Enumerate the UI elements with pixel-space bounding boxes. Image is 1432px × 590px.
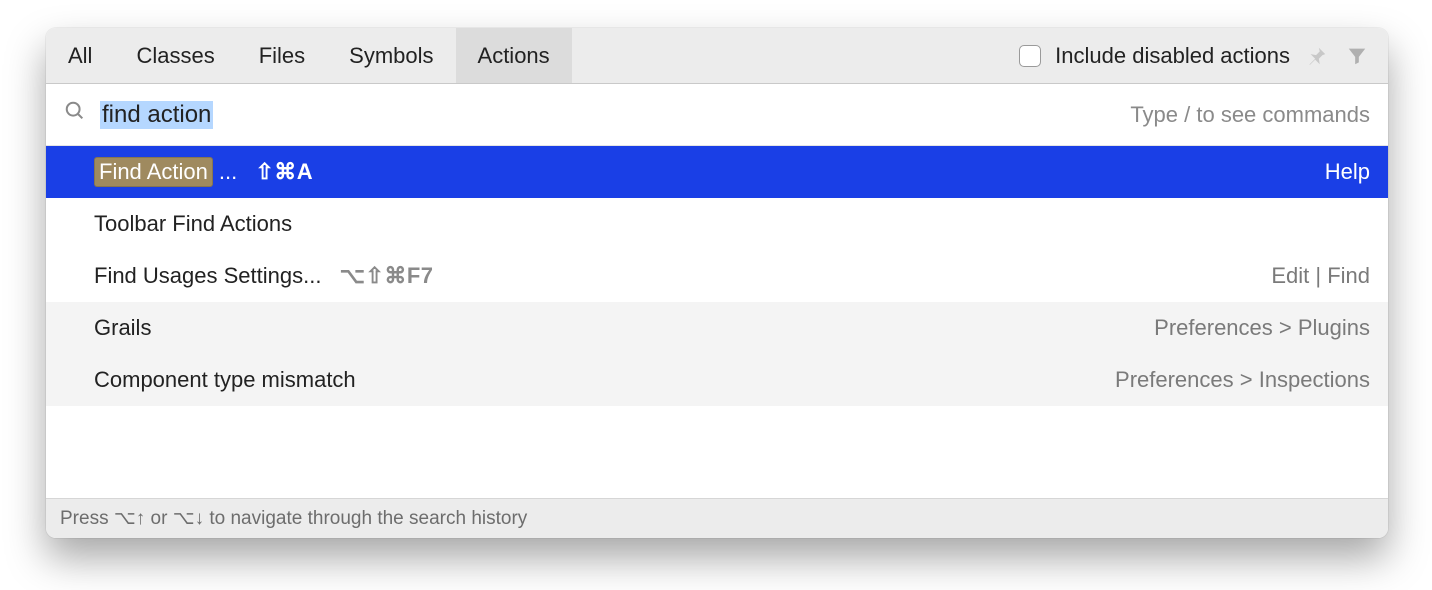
result-location: Edit | Find — [1271, 263, 1370, 289]
search-hint: Type / to see commands — [1130, 102, 1370, 128]
result-left: Find Usages Settings... ⌥⇧⌘F7 — [94, 263, 434, 289]
result-suffix: ... — [219, 159, 237, 185]
footer-text: Press ⌥↑ or ⌥↓ to navigate through the s… — [60, 507, 527, 530]
include-disabled-checkbox[interactable] — [1019, 45, 1041, 67]
tab-label: Classes — [136, 43, 214, 69]
include-disabled-label: Include disabled actions — [1055, 43, 1290, 69]
search-bar[interactable]: find action Type / to see commands — [46, 84, 1388, 146]
result-shortcut: ⇧⌘A — [255, 159, 313, 185]
result-highlight: Find Action — [94, 157, 213, 187]
result-row[interactable]: Find Usages Settings... ⌥⇧⌘F7 Edit | Fin… — [46, 250, 1388, 302]
search-icon — [64, 100, 86, 129]
result-location: Preferences > Plugins — [1154, 315, 1370, 341]
result-left: Component type mismatch — [94, 367, 356, 393]
tab-label: All — [68, 43, 92, 69]
pin-icon[interactable] — [1304, 43, 1330, 69]
tab-files[interactable]: Files — [237, 28, 327, 83]
result-location: Preferences > Inspections — [1115, 367, 1370, 393]
tab-bar: All Classes Files Symbols Actions Includ… — [46, 28, 1388, 84]
tabbar-spacer — [572, 28, 1020, 83]
tab-label: Files — [259, 43, 305, 69]
filter-icon[interactable] — [1344, 43, 1370, 69]
result-left: Find Action... ⇧⌘A — [94, 157, 313, 187]
tab-label: Actions — [478, 43, 550, 69]
result-label: Grails — [94, 315, 151, 341]
result-row[interactable]: Component type mismatch Preferences > In… — [46, 354, 1388, 406]
result-label: Find Usages Settings... — [94, 263, 321, 289]
tab-actions[interactable]: Actions — [456, 28, 572, 83]
footer-hint: Press ⌥↑ or ⌥↓ to navigate through the s… — [46, 498, 1388, 538]
result-row[interactable]: Toolbar Find Actions — [46, 198, 1388, 250]
result-shortcut: ⌥⇧⌘F7 — [340, 263, 434, 289]
search-input[interactable]: find action — [100, 101, 213, 129]
tab-classes[interactable]: Classes — [114, 28, 236, 83]
search-everywhere-window: All Classes Files Symbols Actions Includ… — [46, 28, 1388, 538]
result-row[interactable]: Find Action... ⇧⌘A Help — [46, 146, 1388, 198]
result-left: Grails — [94, 315, 151, 341]
results-list: Find Action... ⇧⌘A Help Toolbar Find Act… — [46, 146, 1388, 498]
result-location: Help — [1325, 159, 1370, 185]
tab-all[interactable]: All — [46, 28, 114, 83]
tabbar-right: Include disabled actions — [1019, 28, 1388, 83]
result-label: Toolbar Find Actions — [94, 211, 292, 237]
tab-label: Symbols — [349, 43, 433, 69]
result-label: Component type mismatch — [94, 367, 356, 393]
tab-symbols[interactable]: Symbols — [327, 28, 455, 83]
result-row[interactable]: Grails Preferences > Plugins — [46, 302, 1388, 354]
result-left: Toolbar Find Actions — [94, 211, 292, 237]
